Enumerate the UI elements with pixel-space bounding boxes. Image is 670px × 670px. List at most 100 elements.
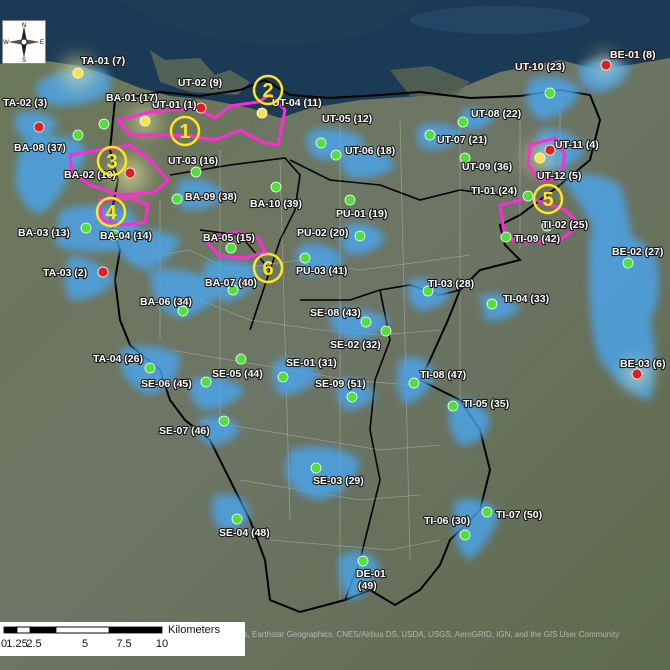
sample-point-marker[interactable] xyxy=(534,152,546,164)
sample-point-label: TI-07 (50) xyxy=(496,509,542,521)
sample-point-marker[interactable] xyxy=(459,529,471,541)
sample-point-label: TI-03 (28) xyxy=(428,278,474,290)
sample-point-label: SE-05 (44) xyxy=(212,368,263,380)
sample-point-label: TA-04 (26) xyxy=(93,353,143,365)
sample-point-label: SE-04 (48) xyxy=(219,527,270,539)
sample-point-marker[interactable] xyxy=(144,362,156,374)
sample-point-label: SE-01 (31) xyxy=(286,357,337,369)
sample-point-label: BE-01 (8) xyxy=(610,49,656,61)
sample-point-label: UT-11 (4) xyxy=(555,139,599,151)
sample-point-marker[interactable] xyxy=(277,371,289,383)
map-canvas[interactable]: TA-01 (7)UT-02 (9)UT-01 (1) UT-04 (11)UT-… xyxy=(0,0,670,670)
sample-point-label: BA-09 (38) xyxy=(185,191,237,203)
zone-marker-number: 1 xyxy=(179,121,190,143)
sample-point-marker[interactable] xyxy=(424,129,436,141)
sample-point-label: UT-01 (1) xyxy=(152,99,196,111)
sample-point-marker[interactable] xyxy=(622,257,634,269)
sample-point-marker[interactable] xyxy=(310,462,322,474)
sample-point-marker[interactable] xyxy=(522,190,534,202)
sample-point-marker[interactable] xyxy=(200,376,212,388)
sample-point-marker[interactable] xyxy=(218,415,230,427)
scale-tick-5: 10 xyxy=(156,638,168,650)
sample-point-label: BA-08 (37) xyxy=(14,142,66,154)
sample-point-label: BA-01 (17) xyxy=(106,92,158,104)
sample-point-label: UT-12 (5) xyxy=(537,170,581,182)
sea-shade-east xyxy=(410,6,590,34)
sample-point-marker[interactable] xyxy=(600,59,612,71)
sample-point-marker[interactable] xyxy=(256,107,268,119)
sample-point-marker[interactable] xyxy=(98,118,110,130)
sample-point-marker[interactable] xyxy=(139,115,151,127)
sample-point-label: UT-02 (9) xyxy=(178,77,222,89)
sample-point-label: UT-09 (36) xyxy=(462,161,512,173)
sample-point-marker[interactable] xyxy=(544,87,556,99)
sample-point-marker[interactable] xyxy=(447,400,459,412)
sample-point-marker[interactable] xyxy=(544,144,556,156)
sample-point-marker[interactable] xyxy=(330,149,342,161)
sample-point-marker[interactable] xyxy=(235,353,247,365)
sample-point-label: UT-05 (12) xyxy=(322,113,372,125)
sample-point-label: UT-08 (22) xyxy=(471,108,521,120)
sample-point-marker[interactable] xyxy=(408,377,420,389)
sample-point-marker[interactable] xyxy=(124,167,136,179)
sample-point-marker[interactable] xyxy=(457,116,469,128)
sample-point-marker[interactable] xyxy=(481,506,493,518)
scale-tick-1: 1.25 xyxy=(6,638,27,650)
sample-point-label: SE-02 (32) xyxy=(330,339,381,351)
sample-point-marker[interactable] xyxy=(315,137,327,149)
sample-point-marker[interactable] xyxy=(171,193,183,205)
compass-icon: N S E W xyxy=(3,23,44,64)
sample-point-label: SE-09 (51) xyxy=(315,378,366,390)
zone-marker-number: 2 xyxy=(262,80,273,102)
sample-point-marker[interactable] xyxy=(33,121,45,133)
sample-point-label: DE-01 xyxy=(356,568,386,580)
sample-point-label: PU-02 (20) xyxy=(297,227,348,239)
sample-point-marker[interactable] xyxy=(225,242,237,254)
sample-point-marker[interactable] xyxy=(270,181,282,193)
sample-point-marker[interactable] xyxy=(486,298,498,310)
sample-point-label: SE-08 (43) xyxy=(310,307,361,319)
sample-point-label: BA-06 (34) xyxy=(140,296,192,308)
compass-e: E xyxy=(40,40,44,46)
sample-point-label: TI-09 (42) xyxy=(514,233,560,245)
sample-point-label: TI-04 (33) xyxy=(503,293,549,305)
zone-marker-number: 3 xyxy=(106,151,117,173)
sample-point-marker[interactable] xyxy=(231,513,243,525)
sample-point-label: TA-02 (3) xyxy=(3,97,47,109)
sample-point-label: SE-03 (29) xyxy=(313,475,364,487)
sample-point-marker[interactable] xyxy=(631,368,643,380)
sample-point-marker[interactable] xyxy=(354,230,366,242)
zone-marker-number: 5 xyxy=(542,189,553,211)
sample-point-label: BA-04 (14) xyxy=(100,230,152,242)
sample-point-label: TI-06 (30) xyxy=(424,515,470,527)
sample-point-marker[interactable] xyxy=(346,391,358,403)
sample-point-label: BA-05 (15) xyxy=(203,232,255,244)
sample-point-label: TI-08 (47) xyxy=(420,369,466,381)
sample-point-marker[interactable] xyxy=(344,194,356,206)
sample-point-marker[interactable] xyxy=(97,266,109,278)
sample-point-label: UT-03 (16) xyxy=(168,155,218,167)
compass-n: N xyxy=(22,23,26,29)
sample-point-label: BA-03 (13) xyxy=(18,227,70,239)
sample-point-label: UT-06 (18) xyxy=(345,145,395,157)
sample-point-marker[interactable] xyxy=(190,166,202,178)
scale-bar-graphic: 0 1.25 2.5 5 7.5 10 Kilometers xyxy=(1,624,221,650)
compass-rose: N S E W xyxy=(2,20,46,64)
sample-point-marker[interactable] xyxy=(357,555,369,567)
sample-point-label: UT-10 (23) xyxy=(515,61,565,73)
scale-bar: 0 1.25 2.5 5 7.5 10 Kilometers xyxy=(0,622,245,656)
sample-point-label: TA-01 (7) xyxy=(81,55,125,67)
scale-tick-2: 2.5 xyxy=(26,638,41,650)
sample-point-label: PU-03 (41) xyxy=(296,265,347,277)
sample-point-marker[interactable] xyxy=(72,67,84,79)
sample-point-marker[interactable] xyxy=(80,222,92,234)
sample-point-marker[interactable] xyxy=(500,231,512,243)
sample-point-label: TI-01 (24) xyxy=(471,185,517,197)
sample-point-label: TI-05 (35) xyxy=(463,398,509,410)
sample-point-label: SE-07 (46) xyxy=(159,425,210,437)
sample-point-marker[interactable] xyxy=(195,102,207,114)
sample-point-marker[interactable] xyxy=(360,316,372,328)
sample-point-marker[interactable] xyxy=(299,252,311,264)
sample-point-marker[interactable] xyxy=(72,129,84,141)
sample-point-marker[interactable] xyxy=(380,325,392,337)
